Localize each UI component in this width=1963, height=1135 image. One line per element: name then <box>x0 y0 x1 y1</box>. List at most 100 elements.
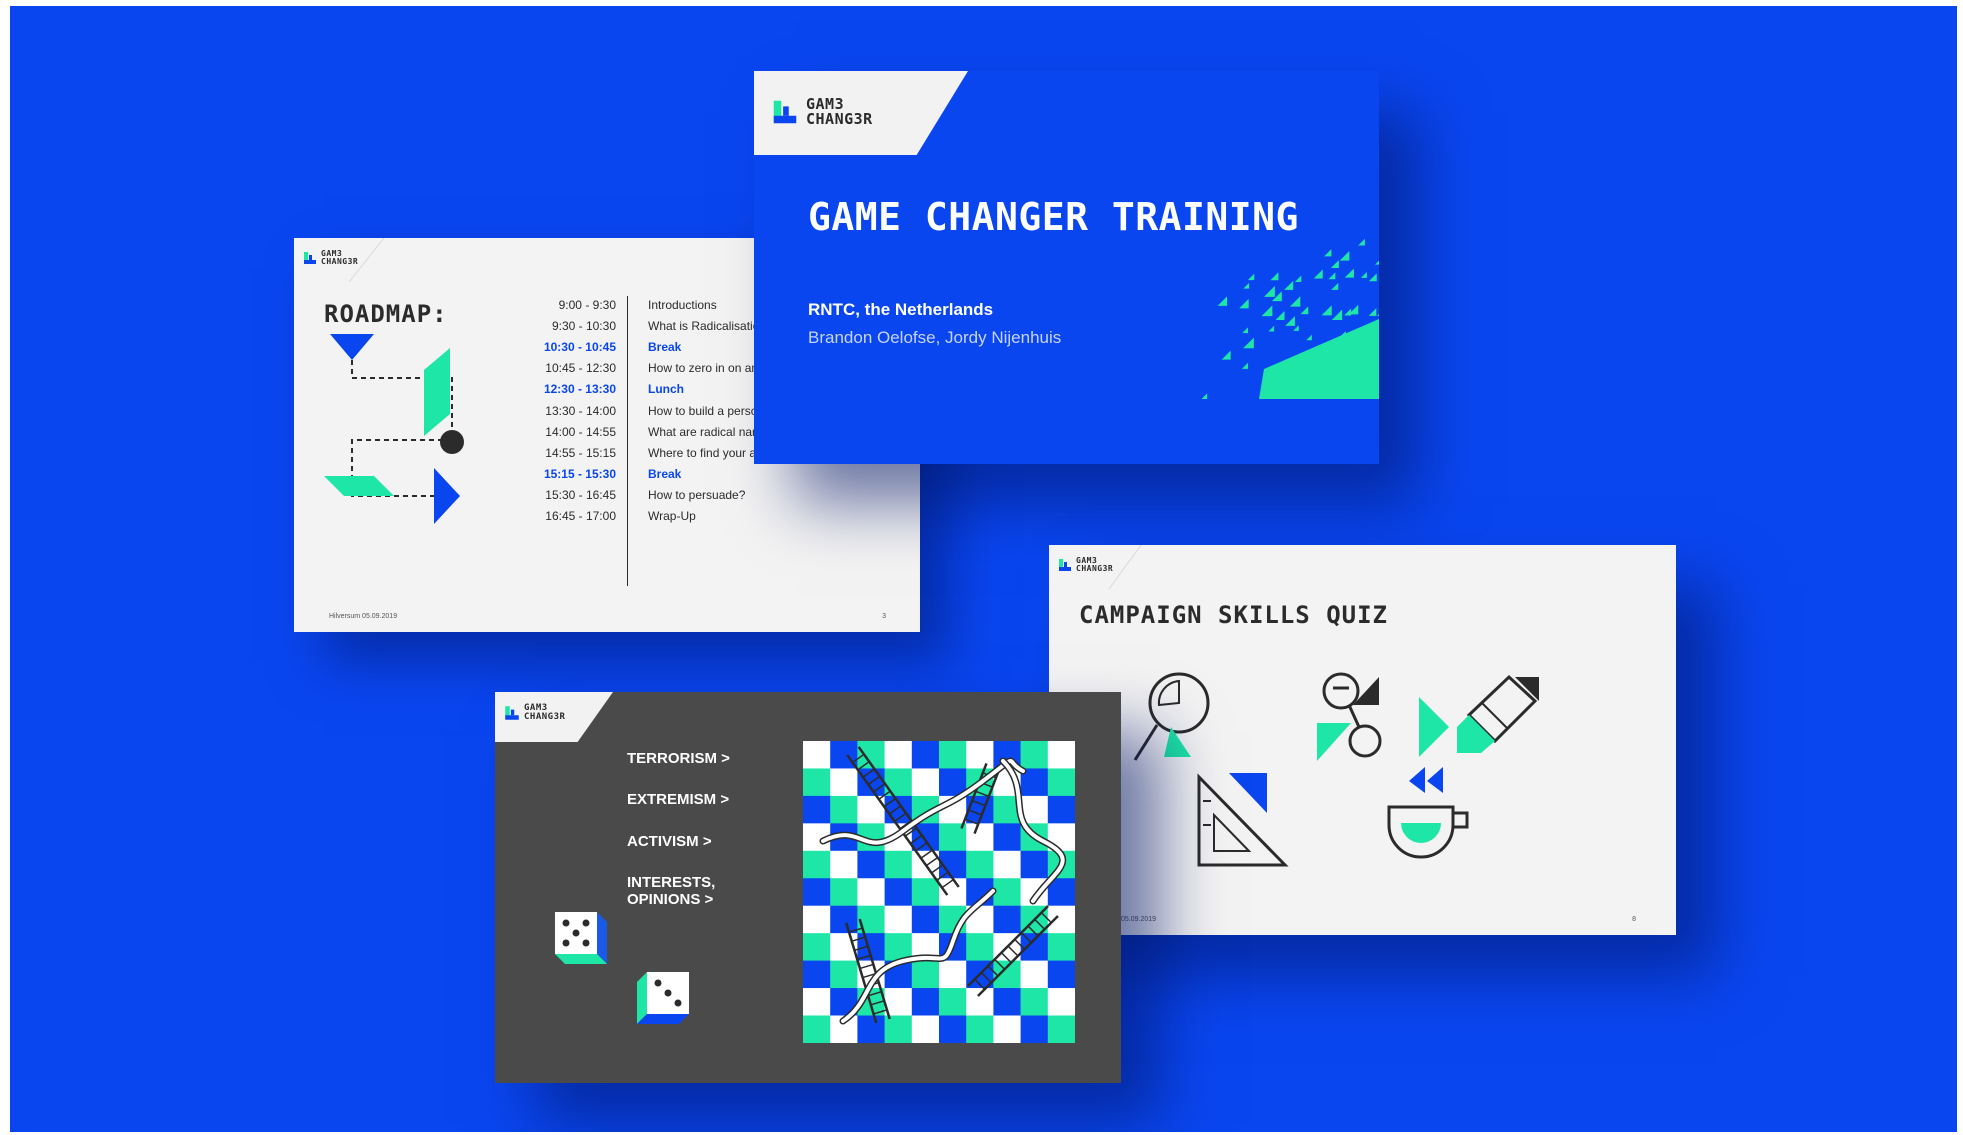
board-square <box>1047 741 1075 769</box>
category-list: TERRORISM > EXTREMISM > ACTIVISM > INTER… <box>627 750 737 932</box>
schedule-row: 16:45 - 17:00 Wrap-Up <box>514 506 759 527</box>
quiz-icons <box>1133 672 1539 867</box>
board-square <box>966 1015 994 1043</box>
board-square <box>803 988 831 1016</box>
pixel-burst-triangle <box>1289 296 1301 307</box>
quiz-slide: GAM3 CHANG3R CAMPAIGN SKILLS QUIZ 05.09.… <box>1049 545 1676 935</box>
quiz-page-number: 8 <box>1632 916 1636 923</box>
parallelogram-icon <box>424 348 450 436</box>
pixel-burst-triangle <box>1358 238 1365 246</box>
pixel-burst-triangle <box>1331 309 1343 320</box>
dice-icon <box>637 972 689 1024</box>
pixel-burst-triangle <box>1239 298 1249 309</box>
board-square <box>939 960 967 989</box>
pixel-burst-triangle <box>1243 337 1254 349</box>
category-terrorism: TERRORISM > <box>627 750 730 767</box>
pixel-burst-triangle <box>1374 260 1379 265</box>
dice-icon <box>555 912 607 964</box>
board-square <box>966 823 994 852</box>
triangle-down-icon <box>330 334 374 360</box>
pixel-burst-triangle <box>1243 282 1250 289</box>
board-square <box>884 850 913 879</box>
pixel-burst-triangle <box>1344 308 1352 316</box>
board-square <box>857 878 886 907</box>
board-square <box>884 1015 913 1043</box>
board-square <box>911 768 940 797</box>
magnifier-icon <box>1133 672 1210 761</box>
pixel-burst-triangle <box>1221 350 1231 360</box>
roadmap-title: ROADMAP: <box>324 300 448 328</box>
board-square <box>857 850 886 879</box>
pixel-burst-triangle <box>1360 271 1367 278</box>
game-slide: GAM3 CHANG3R TERRORISM > EXTREMISM > ACT… <box>495 692 1121 1083</box>
board-square <box>830 795 858 824</box>
board-square <box>1047 1015 1075 1043</box>
board-square <box>1020 988 1049 1016</box>
schedule-activity: Wrap-Up <box>648 509 696 524</box>
board-square <box>911 741 940 769</box>
board-square <box>993 988 1022 1016</box>
pixel-burst-triangle <box>1217 296 1228 306</box>
board-square <box>1047 795 1075 824</box>
pixel-burst-triangle <box>1328 272 1336 280</box>
board-square <box>830 905 858 934</box>
pixel-burst-triangle <box>1377 313 1379 316</box>
category-interests-opinions: INTERESTS, OPINIONS > <box>627 873 716 908</box>
pixel-burst-triangle <box>1331 282 1339 290</box>
schedule-row: 10:45 - 12:30 How to zero in on an <box>514 358 759 379</box>
schedule-activity: Lunch <box>648 382 684 397</box>
pixel-burst-graphic <box>1201 238 1379 399</box>
board-square <box>803 878 831 907</box>
gamechanger-logo: GAM3 CHANG3R <box>503 704 565 722</box>
schedule-divider <box>627 296 628 586</box>
schedule-row: 14:00 - 14:55 What are radical nar <box>514 421 759 442</box>
category-extremism: EXTREMISM > <box>627 791 730 809</box>
board-square <box>803 768 831 797</box>
board-square <box>911 878 940 907</box>
board-square <box>966 933 994 962</box>
pixel-burst-triangle <box>1285 316 1295 326</box>
schedule-row: 9:30 - 10:30 What is Radicalisatio <box>514 315 759 336</box>
board-square <box>939 878 967 907</box>
pixel-burst-triangle <box>1261 305 1273 317</box>
board-square <box>993 905 1022 934</box>
schedule-time: 10:45 - 12:30 <box>545 361 616 376</box>
pixel-burst-triangle <box>1293 325 1299 331</box>
snakes-and-ladders-board <box>803 741 1075 1043</box>
board-square <box>884 905 913 934</box>
board-square <box>911 988 940 1016</box>
training-title: GAME CHANGER TRAINING <box>808 195 1299 239</box>
pixel-burst-triangle <box>1300 306 1309 315</box>
pencil-icon <box>1419 674 1539 757</box>
board-square <box>884 878 913 907</box>
pixel-burst-triangle <box>1270 272 1279 281</box>
schedule-time: 13:30 - 14:00 <box>545 403 616 418</box>
schedule-time: 9:00 - 9:30 <box>558 297 616 312</box>
board-square <box>1047 960 1075 989</box>
category-activism: ACTIVISM > <box>627 832 712 850</box>
board-square <box>993 823 1022 852</box>
schedule-activity: Break <box>648 339 682 354</box>
board-square <box>1020 1015 1049 1043</box>
board-square <box>830 878 858 907</box>
schedule-row: 14:55 - 15:15 Where to find your a <box>514 442 759 463</box>
board-square <box>830 850 858 879</box>
schedule-time: 16:45 - 17:00 <box>545 509 616 524</box>
board-square <box>830 768 858 797</box>
board-square <box>830 960 858 989</box>
board-square <box>911 960 940 989</box>
board-square <box>1047 988 1075 1016</box>
logo-icon <box>505 706 519 720</box>
promo-canvas: GAM3 CHANG3R ROADMAP: 9:00 - 9:30 Introdu… <box>10 6 1957 1132</box>
schedule-activity: How to build a perso <box>648 403 758 418</box>
cup-icon <box>1387 767 1469 859</box>
pixel-burst-triangle <box>1324 249 1332 257</box>
board-square <box>803 933 831 962</box>
pixel-burst-triangle <box>1368 308 1377 316</box>
pixel-burst-triangle <box>1306 334 1312 341</box>
board-square <box>1020 741 1049 769</box>
board-square <box>1020 933 1049 962</box>
pixel-burst-triangle <box>1344 268 1354 278</box>
schedule-time: 12:30 - 13:30 <box>543 382 616 397</box>
schedule-row: 15:15 - 15:30 Break <box>514 464 759 485</box>
